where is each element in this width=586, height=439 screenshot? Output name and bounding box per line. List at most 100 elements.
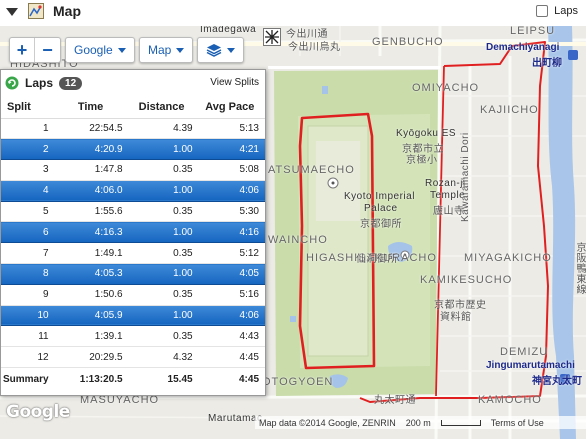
map-label-leipsu: LEIPSU <box>510 26 556 37</box>
lap-pace-cell: 5:13 <box>196 118 265 140</box>
lap-pace-cell: 4:06 <box>196 180 265 202</box>
panel-title: Map <box>53 3 81 19</box>
map-label-keihan-jp: 京阪鴨東線 <box>574 242 585 295</box>
lap-pace-cell: 4:45 <box>196 346 265 369</box>
google-logo[interactable]: Google <box>6 402 70 422</box>
map-label-miyagaki: MIYAGAKICHO <box>464 252 552 264</box>
lap-distance-cell: 0.35 <box>126 159 197 181</box>
lap-pace-cell: 5:08 <box>196 159 265 181</box>
lap-distance-cell: 0.35 <box>126 242 197 265</box>
zoom-out-button[interactable]: − <box>35 38 60 62</box>
lap-row[interactable]: 9 1:50.6 0.35 5:16 <box>1 284 265 306</box>
map-label-demizu: DEMIZU <box>500 346 549 358</box>
lap-split-cell: 3 <box>1 159 55 181</box>
map-label-marutamachi-jp: 丸太町通 <box>374 395 416 406</box>
lap-pace-cell: 5:12 <box>196 242 265 265</box>
lap-split-cell: 10 <box>1 305 55 327</box>
lap-pace-cell: 4:06 <box>196 305 265 327</box>
map-label-kyogoku-jp2: 京極小 <box>406 155 438 166</box>
lap-row[interactable]: 1 22:54.5 4.39 5:13 <box>1 118 265 140</box>
lap-distance-cell: 0.35 <box>126 201 197 223</box>
lap-time-cell: 1:47.8 <box>54 159 127 181</box>
map-attribution: Map data ©2014 Google, ZENRIN 200 m Term… <box>255 416 586 429</box>
lap-split-cell: 12 <box>1 346 55 369</box>
summary-time: 1:13:20.5 <box>79 374 123 386</box>
lap-time-cell: 4:06.0 <box>54 180 127 202</box>
lap-time-cell: 20:29.5 <box>54 346 127 369</box>
lap-split-cell: 6 <box>1 221 55 244</box>
lap-split-cell: 9 <box>1 284 55 306</box>
lap-distance-cell: 4.32 <box>126 346 197 369</box>
fullscreen-icon[interactable] <box>263 28 281 46</box>
lap-time-cell: 4:05.3 <box>54 263 127 285</box>
lap-distance-cell: 1.00 <box>126 263 197 285</box>
map-canvas[interactable]: Imadegawa 今出川通 今出川烏丸 GENBUCHO Demachiyan… <box>0 26 586 439</box>
map-label-palace2: Palace <box>364 203 398 214</box>
map-type-label: Google <box>74 43 113 57</box>
map-label-imadegawa: Imadegawa <box>200 26 257 35</box>
map-panel-header: Map Laps <box>0 0 586 26</box>
lap-row[interactable]: 3 1:47.8 0.35 5:08 <box>1 159 265 181</box>
layers-icon <box>206 44 222 57</box>
lap-pace-cell: 4:21 <box>196 138 265 161</box>
view-splits-link[interactable]: View Splits <box>210 77 259 88</box>
lap-row[interactable]: 2 4:20.9 1.00 4:21 <box>1 138 265 161</box>
refresh-icon[interactable] <box>5 76 19 90</box>
laps-toggle-label: Laps <box>554 5 578 17</box>
lap-row[interactable]: 8 4:05.3 1.00 4:05 <box>1 263 265 285</box>
summary-label: Summary <box>3 374 49 386</box>
lap-split-cell: 7 <box>1 242 55 265</box>
map-label-genbucho: GENBUCHO <box>372 36 444 48</box>
layer-dropdown[interactable]: Map <box>139 37 194 63</box>
lap-row[interactable]: 6 4:16.3 1.00 4:16 <box>1 221 265 244</box>
lap-split-cell: 2 <box>1 138 55 161</box>
lap-time-cell: 1:49.1 <box>54 242 127 265</box>
lap-time-cell: 1:50.6 <box>54 284 127 306</box>
terms-link[interactable]: Terms of Use <box>491 418 544 428</box>
lap-row[interactable]: 5 1:55.6 0.35 5:30 <box>1 201 265 223</box>
laps-checkbox[interactable] <box>536 5 549 17</box>
lap-distance-cell: 1.00 <box>126 305 197 327</box>
lap-row[interactable]: 10 4:05.9 1.00 4:06 <box>1 305 265 327</box>
column-header-distance[interactable]: Distance <box>126 96 197 119</box>
summary-pace: 4:45 <box>238 374 259 386</box>
lap-pace-cell: 5:16 <box>196 284 265 306</box>
laps-panel-header: Laps 12 View Splits <box>1 70 265 96</box>
lap-distance-cell: 1.00 <box>126 138 197 161</box>
lap-time-cell: 4:16.3 <box>54 221 127 244</box>
column-header-avg-pace[interactable]: Avg Pace <box>196 96 265 119</box>
lap-row[interactable]: 4 4:06.0 1.00 4:06 <box>1 180 265 202</box>
layers-dropdown[interactable] <box>197 37 244 63</box>
lap-row[interactable]: 11 1:39.1 0.35 4:43 <box>1 325 265 348</box>
map-type-dropdown[interactable]: Google <box>65 37 135 63</box>
laps-toggle[interactable]: Laps <box>536 5 578 17</box>
lap-distance-cell: 0.35 <box>126 284 197 306</box>
map-label-kamikesucho: KAMIKESUCHO <box>420 274 513 286</box>
lap-time-cell: 1:39.1 <box>54 325 127 348</box>
laps-title: Laps <box>25 76 54 90</box>
lap-distance-cell: 1.00 <box>126 221 197 244</box>
collapse-arrow-icon[interactable] <box>6 8 18 16</box>
lap-split-cell: 5 <box>1 201 55 223</box>
layer-label: Map <box>148 43 172 57</box>
lap-row[interactable]: 7 1:49.1 0.35 5:12 <box>1 242 265 265</box>
lap-time-cell: 4:05.9 <box>54 305 127 327</box>
scale-bar <box>440 419 481 426</box>
map-label-palace: Kyoto Imperial <box>344 191 415 202</box>
column-header-split[interactable]: Split <box>1 96 55 119</box>
lap-distance-cell: 1.00 <box>126 180 197 202</box>
lap-pace-cell: 4:05 <box>196 263 265 285</box>
laps-table: Split Time Distance Avg Pace 1 22:54.5 4.3… <box>1 96 265 392</box>
column-header-time[interactable]: Time <box>54 96 127 119</box>
lap-pace-cell: 4:43 <box>196 325 265 348</box>
map-label-demachiyanagi-jp: 出町柳 <box>532 58 562 69</box>
caret-down-icon <box>176 47 185 53</box>
zoom-in-button[interactable]: + <box>10 38 35 62</box>
laps-panel: Laps 12 View Splits Split Time Distance … <box>0 69 266 396</box>
map-label-kyogoku: Kyōgoku ES <box>396 128 457 139</box>
map-icon <box>28 3 44 19</box>
laps-count-badge: 12 <box>59 76 83 90</box>
lap-row[interactable]: 12 20:29.5 4.32 4:45 <box>1 346 265 369</box>
map-label-otogyoen: OTOGYOEN <box>262 376 334 388</box>
lap-split-cell: 11 <box>1 325 55 348</box>
